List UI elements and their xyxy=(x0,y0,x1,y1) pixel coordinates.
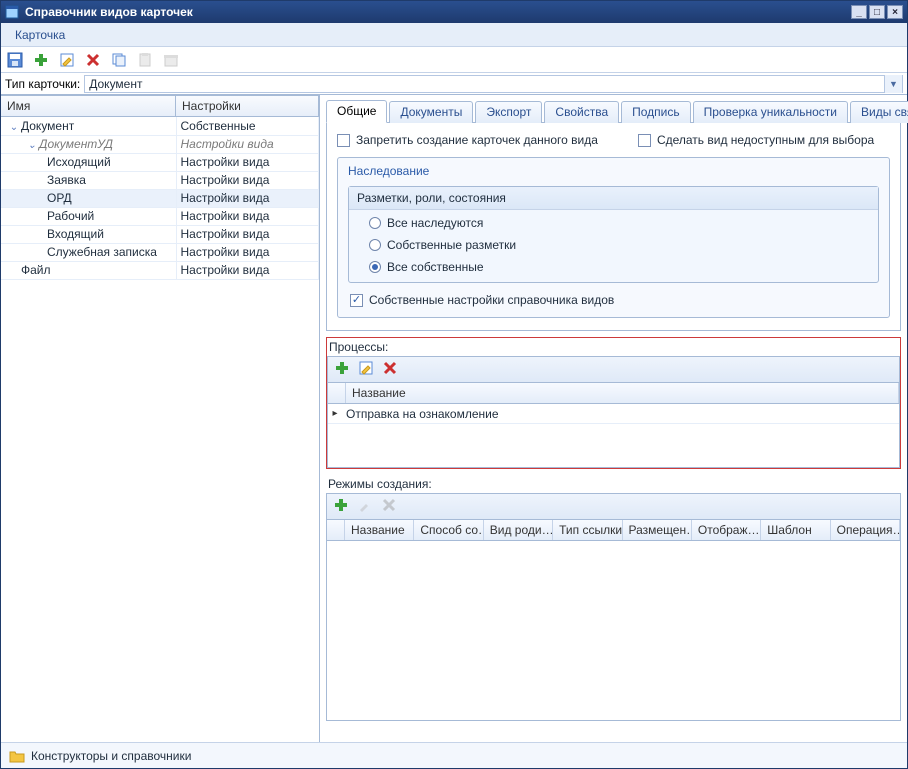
add-icon[interactable] xyxy=(334,360,350,379)
maximize-button[interactable]: □ xyxy=(869,5,885,19)
collapse-icon[interactable]: ⌄ xyxy=(9,122,19,133)
tab-signature[interactable]: Подпись xyxy=(621,101,691,123)
edit-icon[interactable] xyxy=(57,50,77,70)
radio-icon xyxy=(369,261,381,273)
card-type-label: Тип карточки: xyxy=(5,77,80,91)
processes-col-name: Название xyxy=(346,383,899,403)
edit-icon[interactable] xyxy=(357,497,373,516)
tree-body[interactable]: ⌄Документ Собственные ⌄ДокументУД Настро… xyxy=(1,117,319,742)
folder-icon xyxy=(9,749,25,763)
window-buttons: _ □ × xyxy=(851,5,903,19)
tree-row-worker[interactable]: Рабочий Настройки вида xyxy=(1,207,319,225)
radio-icon xyxy=(369,217,381,229)
tab-uniqueness[interactable]: Проверка уникальности xyxy=(693,101,848,123)
tab-documents[interactable]: Документы xyxy=(389,101,473,123)
close-window-button[interactable]: × xyxy=(887,5,903,19)
processes-grid-header: Название xyxy=(327,383,900,404)
modes-col-method: Способ со… xyxy=(414,520,483,540)
subgroup-layouts-title: Разметки, роли, состояния xyxy=(349,187,878,210)
app-icon xyxy=(5,5,19,19)
row-indicator-icon: ▸ xyxy=(328,408,342,419)
tab-linked-types[interactable]: Виды связанных з xyxy=(850,101,908,123)
tree-col-settings: Настройки xyxy=(176,95,319,117)
delete-icon[interactable] xyxy=(381,497,397,516)
statusbar: Конструкторы и справочники xyxy=(1,742,907,768)
processes-label: Процессы: xyxy=(327,338,900,356)
checkbox-icon xyxy=(638,134,651,147)
tree-row-memo[interactable]: Служебная записка Настройки вида xyxy=(1,243,319,261)
processes-grid-body[interactable]: ▸ Отправка на ознакомление xyxy=(327,404,900,468)
modes-grid-body[interactable] xyxy=(326,541,901,721)
tree-row-document[interactable]: ⌄Документ Собственные xyxy=(1,117,319,135)
copy-icon[interactable] xyxy=(109,50,129,70)
tree-header: Имя Настройки xyxy=(1,95,319,117)
add-icon[interactable] xyxy=(333,497,349,516)
toolbar xyxy=(1,47,907,73)
modes-col-template: Шаблон xyxy=(761,520,830,540)
checkbox-checked-icon: ✓ xyxy=(350,294,363,307)
modes-col-linktype: Тип ссылки xyxy=(553,520,622,540)
menubar: Карточка xyxy=(1,23,907,47)
modes-col-placement: Размещен… xyxy=(623,520,692,540)
radio-own-layouts[interactable]: Собственные разметки xyxy=(369,238,868,252)
modes-col-display: Отображ… xyxy=(692,520,761,540)
card-type-row: Тип карточки: Документ ▼ xyxy=(1,73,907,95)
section-creation-modes: Режимы создания: Название Способ со… Вид… xyxy=(326,475,901,721)
edit-icon[interactable] xyxy=(358,360,374,379)
modes-col-name: Название xyxy=(345,520,414,540)
tree-row-ord[interactable]: ОРД Настройки вида xyxy=(1,189,319,207)
delete-icon[interactable] xyxy=(83,50,103,70)
archive-icon[interactable] xyxy=(161,50,181,70)
radio-all-own[interactable]: Все собственные xyxy=(369,260,868,274)
tree-row-request[interactable]: Заявка Настройки вида xyxy=(1,171,319,189)
paste-icon[interactable] xyxy=(135,50,155,70)
delete-icon[interactable] xyxy=(382,360,398,379)
save-icon[interactable] xyxy=(5,50,25,70)
subgroup-layouts: Разметки, роли, состояния Все наследуютс… xyxy=(348,186,879,283)
group-inheritance: Наследование Разметки, роли, состояния В… xyxy=(337,157,890,318)
chk-own-directory-settings[interactable]: ✓ Собственные настройки справочника видо… xyxy=(350,293,877,307)
tree-row-documentud[interactable]: ⌄ДокументУД Настройки вида xyxy=(1,135,319,153)
chk-disallow-create[interactable]: Запретить создание карточек данного вида xyxy=(337,133,598,147)
checkbox-icon xyxy=(337,134,350,147)
modes-col-operation: Операция… xyxy=(831,520,900,540)
titlebar: Справочник видов карточек _ □ × xyxy=(1,1,907,23)
radio-icon xyxy=(369,239,381,251)
status-text[interactable]: Конструкторы и справочники xyxy=(31,749,191,763)
chevron-down-icon[interactable]: ▼ xyxy=(884,75,902,93)
modes-col-parent: Вид роди… xyxy=(484,520,553,540)
window-title: Справочник видов карточек xyxy=(25,5,851,19)
tree-col-name: Имя xyxy=(1,95,176,117)
minimize-button[interactable]: _ xyxy=(851,5,867,19)
collapse-icon[interactable]: ⌄ xyxy=(27,140,37,151)
right-panel: Общие Документы Экспорт Свойства Подпись… xyxy=(320,95,907,742)
modes-toolbar xyxy=(326,493,901,520)
radio-all-inherit[interactable]: Все наследуются xyxy=(369,216,868,230)
tree-row-outgoing[interactable]: Исходящий Настройки вида xyxy=(1,153,319,171)
tab-export[interactable]: Экспорт xyxy=(475,101,542,123)
tab-general[interactable]: Общие xyxy=(326,100,387,123)
menu-card[interactable]: Карточка xyxy=(9,26,71,44)
processes-row[interactable]: ▸ Отправка на ознакомление xyxy=(328,404,899,424)
tree-row-incoming[interactable]: Входящий Настройки вида xyxy=(1,225,319,243)
modes-label: Режимы создания: xyxy=(326,475,901,493)
section-processes: Процессы: Название ▸ Отправка на ознаком… xyxy=(326,337,901,469)
body: Имя Настройки ⌄Документ Собственные ⌄Док… xyxy=(1,95,907,742)
tree-panel: Имя Настройки ⌄Документ Собственные ⌄Док… xyxy=(1,95,320,742)
tabstrip: Общие Документы Экспорт Свойства Подпись… xyxy=(326,99,901,123)
app-window: Справочник видов карточек _ □ × Карточка xyxy=(0,0,908,769)
tab-properties[interactable]: Свойства xyxy=(544,101,619,123)
add-icon[interactable] xyxy=(31,50,51,70)
tab-general-page: Запретить создание карточек данного вида… xyxy=(326,123,901,331)
card-type-combo[interactable]: Документ ▼ xyxy=(84,75,903,93)
card-type-value: Документ xyxy=(89,77,142,91)
group-inheritance-title: Наследование xyxy=(348,164,879,178)
processes-toolbar xyxy=(327,356,900,383)
tree-row-file[interactable]: Файл Настройки вида xyxy=(1,261,319,279)
chk-hide-from-select[interactable]: Сделать вид недоступным для выбора xyxy=(638,133,874,147)
modes-grid-header: Название Способ со… Вид роди… Тип ссылки… xyxy=(326,520,901,541)
